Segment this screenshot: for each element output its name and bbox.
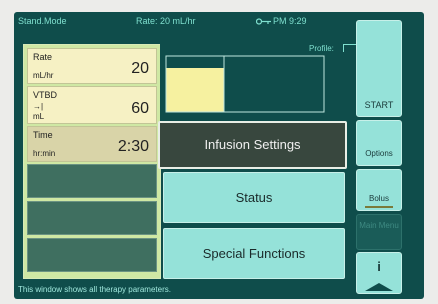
start-button[interactable]: START: [356, 20, 402, 117]
empty-parameter-slot: [27, 164, 157, 198]
param-label: Time: [33, 130, 53, 140]
vtbd-parameter[interactable]: VTBD →| mL 60: [27, 86, 157, 124]
empty-parameter-slot: [27, 238, 157, 272]
param-label: Rate: [33, 52, 53, 62]
options-label: Options: [365, 149, 393, 158]
param-label: VTBD: [33, 90, 58, 100]
rate-readout: Rate: 20 mL/hr: [136, 16, 196, 26]
param-value: 60: [131, 100, 149, 117]
bolus-label: Bolus: [368, 194, 389, 203]
infusion-arrow-icon: →|: [33, 102, 44, 111]
status-button[interactable]: Status: [163, 172, 345, 223]
main-menu-button[interactable]: Main Menu: [356, 214, 402, 250]
special-functions-button[interactable]: Special Functions: [163, 228, 345, 279]
param-unit: →| mL: [33, 102, 45, 121]
profile-bar: [166, 68, 224, 112]
up-arrow-icon: [365, 283, 393, 291]
param-unit: hr:min: [33, 149, 56, 158]
main-menu-label: Main Menu: [359, 221, 399, 230]
param-unit: mL/hr: [33, 71, 54, 80]
rate-parameter[interactable]: Rate mL/hr 20: [27, 48, 157, 84]
lock-icon: [256, 18, 271, 25]
clock: PM 9:29: [273, 16, 307, 26]
profile-plot: [165, 55, 325, 113]
status-header: Stand.Mode Rate: 20 mL/hr PM 9:29: [18, 14, 358, 29]
infusion-profile-chart: Profile:: [160, 44, 345, 122]
time-parameter[interactable]: Time hr:min 2:30: [27, 126, 157, 162]
start-label: START: [364, 100, 394, 110]
info-button[interactable]: i: [356, 252, 402, 294]
infusion-settings-button[interactable]: Infusion Settings: [158, 121, 347, 169]
options-button[interactable]: Options: [356, 120, 402, 166]
bolus-indicator: [365, 206, 393, 208]
param-value: 2:30: [117, 138, 149, 155]
mode-label: Stand.Mode: [18, 16, 67, 26]
param-value: 20: [131, 60, 149, 77]
bolus-button[interactable]: Bolus: [356, 169, 402, 211]
info-icon: i: [377, 259, 381, 274]
status-message: This window shows all therapy parameters…: [18, 285, 171, 294]
empty-parameter-slot: [27, 201, 157, 235]
